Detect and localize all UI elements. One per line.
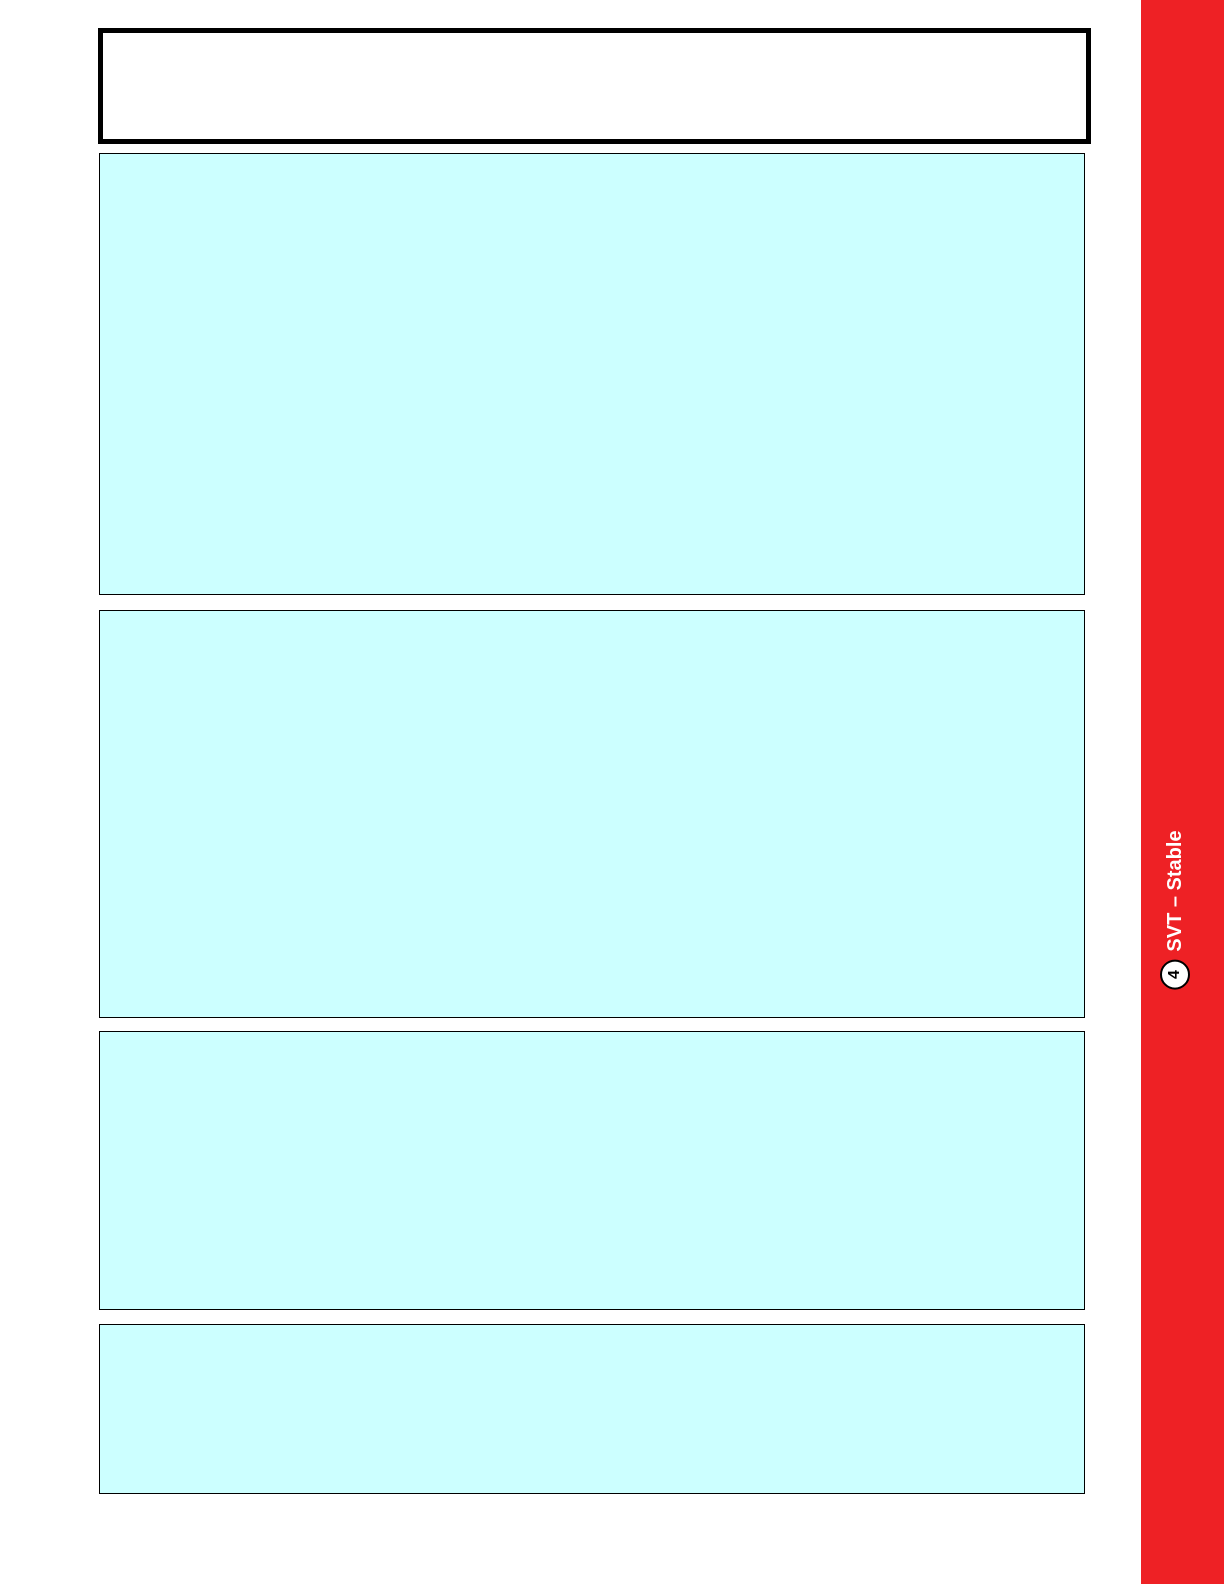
title-box [98, 28, 1091, 144]
section-number-badge: 4 [1160, 959, 1190, 990]
content-panel-2 [99, 610, 1085, 1018]
side-tab-label: 4 SVT – Stable [1160, 830, 1190, 990]
content-panel-4 [99, 1324, 1085, 1494]
section-title: SVT – Stable [1164, 830, 1186, 952]
content-panel-3 [99, 1031, 1085, 1310]
content-panel-1 [99, 153, 1085, 595]
section-side-tab [1141, 0, 1224, 1584]
